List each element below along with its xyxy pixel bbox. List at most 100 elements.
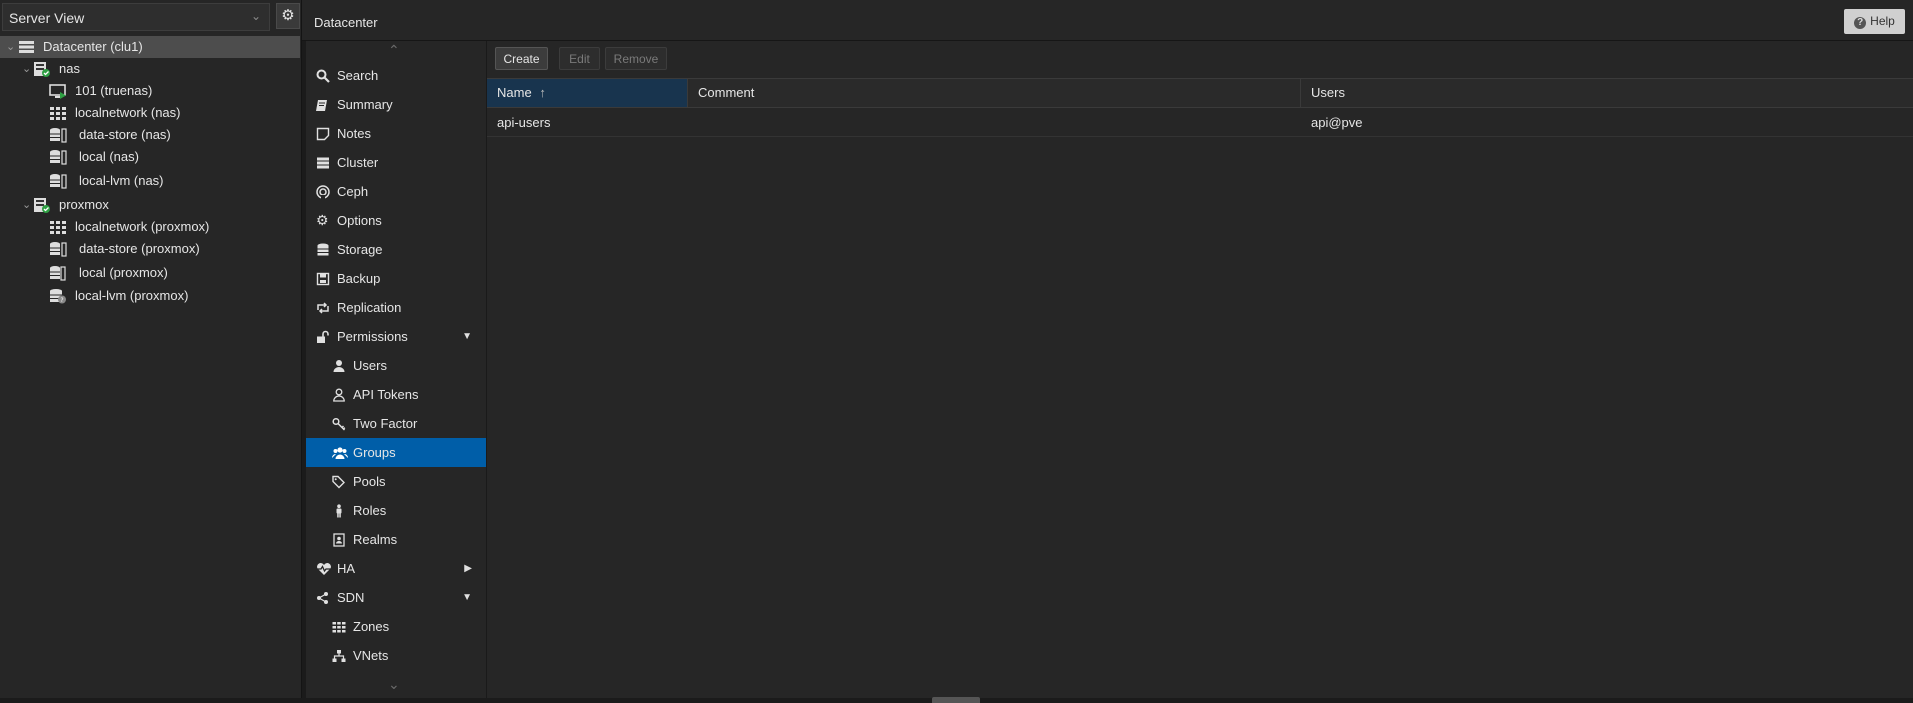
- note-icon: [316, 127, 330, 141]
- nav-item-options[interactable]: ⚙ Options: [306, 206, 486, 235]
- datacenter-icon: [19, 41, 34, 53]
- nav-item-pools[interactable]: Pools: [306, 467, 486, 496]
- nav-item-two-factor[interactable]: Two Factor: [306, 409, 486, 438]
- nav-item-ha[interactable]: HA ▶: [306, 554, 486, 583]
- tree-item-datastore-proxmox[interactable]: data-store (proxmox): [0, 238, 300, 260]
- storage-icon: [50, 266, 66, 281]
- nav-item-label: Options: [337, 213, 382, 228]
- help-button[interactable]: ? Help: [1844, 9, 1905, 34]
- nav-item-vnets[interactable]: VNets: [306, 641, 486, 670]
- tree-item-local-proxmox[interactable]: local (proxmox): [0, 262, 300, 284]
- tree-settings-button[interactable]: ⚙: [276, 3, 300, 29]
- address-book-icon: [333, 533, 345, 547]
- tree-item-vm-101[interactable]: 101 (truenas): [0, 80, 300, 102]
- users-icon: [332, 447, 348, 459]
- nav-item-label: Two Factor: [353, 416, 418, 431]
- column-header-label: Name: [497, 85, 532, 100]
- user-outline-icon: [333, 388, 345, 402]
- datacenter-nav-menu: ⌃ Search Summary Notes Cluster Ceph ⚙ Op…: [306, 41, 486, 698]
- nav-item-label: Roles: [353, 503, 387, 518]
- storage-icon: [50, 150, 67, 165]
- nav-item-label: Cluster: [337, 155, 379, 170]
- tree-item-label: nas: [59, 61, 80, 76]
- log-panel-resize-handle[interactable]: [932, 697, 980, 703]
- nav-item-label: Ceph: [337, 184, 369, 199]
- tree-item-node-nas[interactable]: ⌄ nas: [0, 58, 300, 80]
- nav-item-storage[interactable]: Storage: [306, 235, 486, 264]
- sort-ascending-icon: ↑: [539, 85, 546, 100]
- nav-item-search[interactable]: Search: [306, 61, 486, 90]
- tree-item-label: localnetwork (proxmox): [75, 219, 210, 234]
- tree-item-label: localnetwork (nas): [75, 105, 181, 120]
- tree-item-label: Datacenter (clu1): [43, 39, 143, 54]
- remove-button[interactable]: Remove: [605, 47, 667, 70]
- nav-item-label: VNets: [353, 648, 389, 663]
- nav-item-label: API Tokens: [353, 387, 419, 402]
- tree-item-label: local-lvm (proxmox): [75, 288, 189, 303]
- column-header-name[interactable]: Name ↑: [487, 79, 688, 107]
- storage-unknown-icon: ?: [50, 289, 66, 304]
- question-circle-icon: ?: [1854, 17, 1867, 29]
- tree-item-label: local (proxmox): [79, 265, 168, 280]
- tree-item-localnetwork-nas[interactable]: localnetwork (nas): [0, 102, 300, 124]
- content-header: Datacenter ? Help: [302, 0, 1913, 41]
- scroll-down-icon[interactable]: ⌄: [388, 676, 400, 693]
- edit-button[interactable]: Edit: [559, 47, 600, 70]
- nav-item-backup[interactable]: Backup: [306, 264, 486, 293]
- nav-item-users[interactable]: Users: [306, 351, 486, 380]
- unlock-icon: [317, 330, 329, 343]
- tree-item-label: proxmox: [59, 197, 109, 212]
- tree-item-node-proxmox[interactable]: ⌄ proxmox: [0, 194, 300, 216]
- nav-item-ceph[interactable]: Ceph: [306, 177, 486, 206]
- nav-item-label: Replication: [337, 300, 402, 315]
- caret-down-icon[interactable]: ▼: [462, 583, 472, 612]
- nav-item-label: Notes: [337, 126, 371, 141]
- nav-item-label: Permissions: [337, 329, 408, 344]
- storage-icon: [50, 174, 67, 189]
- nav-item-permissions[interactable]: Permissions ▼: [306, 322, 486, 351]
- tree-item-local-lvm-proxmox[interactable]: ? local-lvm (proxmox): [0, 285, 300, 307]
- view-selector-value: Server View: [9, 10, 85, 26]
- chevron-down-icon[interactable]: ⌄: [251, 9, 261, 23]
- create-button[interactable]: Create: [495, 47, 548, 70]
- tree-item-label: data-store (proxmox): [79, 241, 200, 256]
- sdn-icon: [317, 592, 328, 604]
- tree-item-localnetwork-proxmox[interactable]: localnetwork (proxmox): [0, 216, 300, 238]
- nav-item-label: Groups: [353, 445, 396, 460]
- collapse-toggle-icon[interactable]: ⌄: [22, 58, 31, 80]
- nav-item-groups[interactable]: Groups: [306, 438, 486, 467]
- tree-item-datacenter[interactable]: ⌄ Datacenter (clu1): [0, 36, 300, 58]
- view-selector[interactable]: Server View ⌄: [2, 3, 270, 31]
- nav-item-realms[interactable]: Realms: [306, 525, 486, 554]
- tree-item-datastore-nas[interactable]: data-store (nas): [0, 124, 300, 146]
- cell-users: api@pve: [1311, 115, 1363, 130]
- key-icon: [332, 417, 346, 431]
- nav-item-replication[interactable]: Replication: [306, 293, 486, 322]
- collapse-toggle-icon[interactable]: ⌄: [6, 36, 15, 58]
- collapse-toggle-icon[interactable]: ⌄: [22, 194, 31, 216]
- ceph-icon: [316, 185, 330, 199]
- nav-item-api-tokens[interactable]: API Tokens: [306, 380, 486, 409]
- tree-item-local-nas[interactable]: local (nas): [0, 146, 300, 168]
- nav-item-roles[interactable]: Roles: [306, 496, 486, 525]
- nav-item-zones[interactable]: Zones: [306, 612, 486, 641]
- scroll-up-icon[interactable]: ⌃: [388, 42, 400, 59]
- groups-panel: Create Edit Remove Name ↑ Comment Users …: [486, 41, 1913, 698]
- node-online-icon: [34, 198, 50, 213]
- retweet-icon: [317, 302, 329, 314]
- tree-item-local-lvm-nas[interactable]: local-lvm (nas): [0, 170, 300, 192]
- nav-item-notes[interactable]: Notes: [306, 119, 486, 148]
- nav-item-sdn[interactable]: SDN ▼: [306, 583, 486, 612]
- column-header-comment[interactable]: Comment: [688, 79, 1301, 107]
- nav-item-label: Search: [337, 68, 379, 83]
- table-row[interactable]: api-users api@pve: [487, 109, 1913, 137]
- page-title: Datacenter: [314, 15, 378, 30]
- tags-icon: [332, 475, 345, 489]
- help-button-label: Help: [1870, 14, 1895, 28]
- nav-item-cluster[interactable]: Cluster: [306, 148, 486, 177]
- column-header-users[interactable]: Users: [1301, 79, 1913, 107]
- caret-down-icon[interactable]: ▼: [462, 322, 472, 351]
- caret-right-icon[interactable]: ▶: [464, 554, 472, 583]
- nav-item-summary[interactable]: Summary: [306, 90, 486, 119]
- column-header-label: Users: [1311, 85, 1345, 100]
